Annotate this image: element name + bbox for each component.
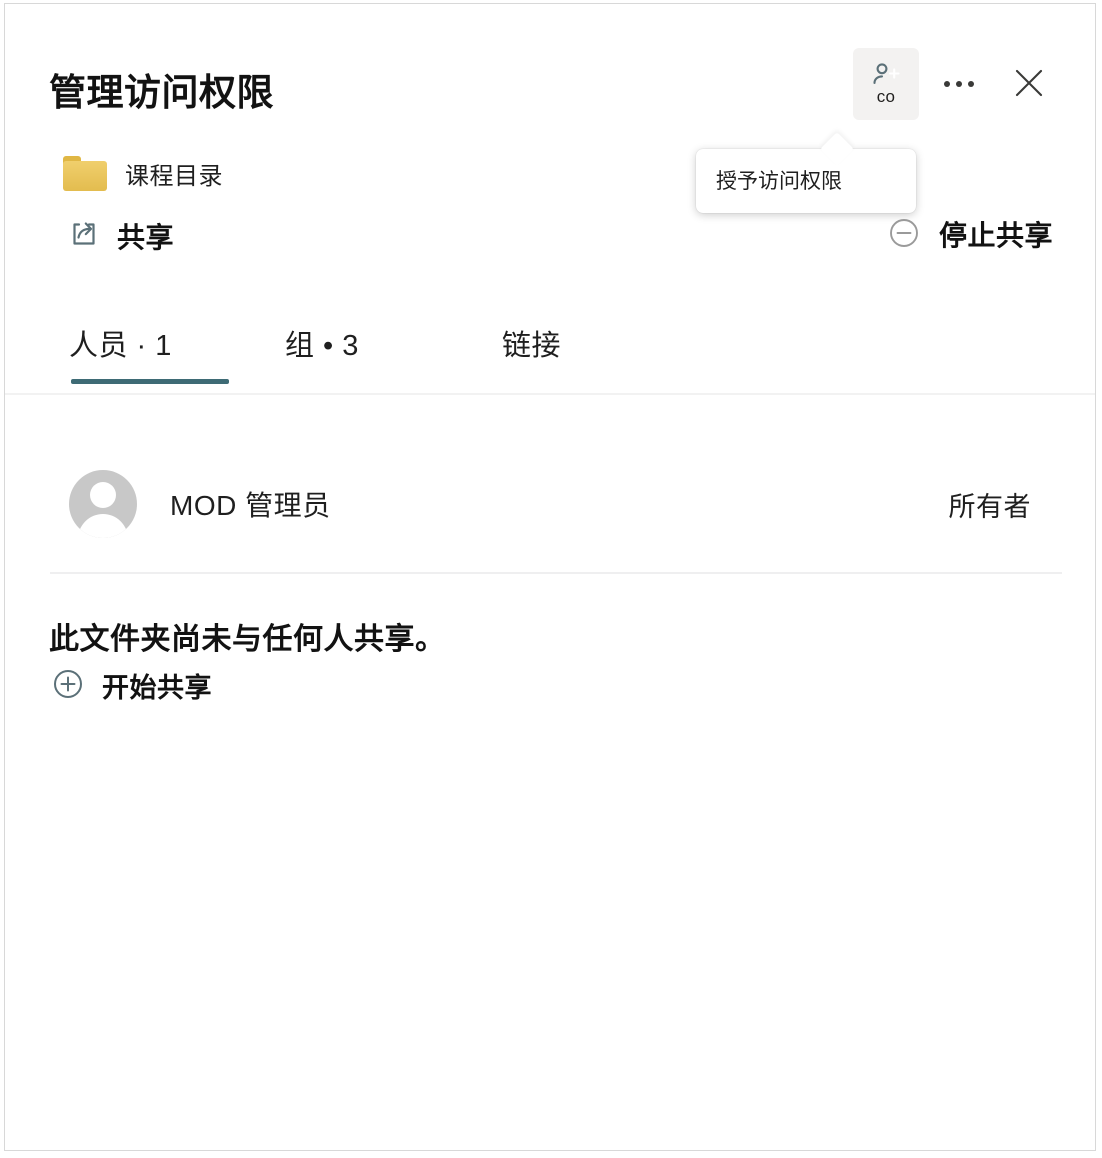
share-icon [67,217,101,256]
tab-people[interactable]: 人员 · 1 [69,310,229,394]
person-name: MOD 管理员 [170,490,331,521]
stop-sharing-button[interactable]: 停止共享 [887,214,1053,254]
page-title: 管理访问权限 [49,72,274,113]
default-avatar-icon [69,470,137,538]
person-add-icon [871,61,901,85]
stop-sharing-label: 停止共享 [938,220,1053,251]
share-status-row: 共享 [67,216,174,256]
grant-access-button[interactable]: co [853,48,919,120]
tab-active-indicator [71,379,229,384]
list-divider [50,572,1062,574]
close-button[interactable] [999,54,1059,114]
grant-access-button-sublabel: co [876,87,896,106]
file-info-row: 课程目录 [63,156,223,191]
empty-state-message: 此文件夹尚未与任何人共享。 [49,623,446,656]
start-sharing-label: 开始共享 [102,673,212,703]
circle-minus-icon [887,216,921,253]
tab-people-label: 人员 · 1 [69,330,172,362]
ellipsis-icon [944,81,974,87]
tab-bar: 人员 · 1 组 • 3 链接 [5,310,1095,394]
header-actions: co [853,48,1059,120]
more-options-button[interactable] [929,54,989,114]
share-status-label: 共享 [117,222,175,253]
tab-bar-divider [5,393,1095,395]
tab-links-label: 链接 [502,330,562,362]
tab-groups-label: 组 • 3 [285,330,359,362]
table-row[interactable]: MOD 管理员 所有者 [5,456,1095,552]
tab-groups[interactable]: 组 • 3 [285,310,359,394]
grant-access-tooltip: 授予访问权限 [696,149,916,213]
manage-access-dialog: 管理访问权限 co 授予访问权限 课程目录 共享 停止共享 人员 · 1 组 •… [4,3,1096,1151]
close-icon [1012,66,1046,103]
file-name: 课程目录 [125,163,223,190]
person-role: 所有者 [948,491,1031,522]
start-sharing-button[interactable]: 开始共享 [51,666,212,705]
circle-plus-icon [51,667,85,704]
tab-links[interactable]: 链接 [502,310,561,394]
folder-icon [63,156,107,191]
